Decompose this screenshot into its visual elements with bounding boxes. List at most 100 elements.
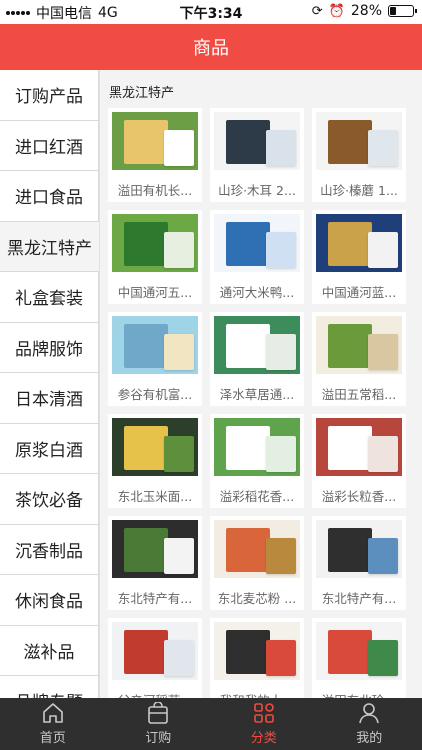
sidebar-item-imported-food[interactable]: 进口食品 — [0, 171, 99, 222]
product-package-shape — [226, 630, 270, 674]
product-name: 东北特产有... — [321, 591, 397, 606]
product-card[interactable]: 溢彩长粒香... — [312, 414, 406, 508]
product-card[interactable]: 中国通河蓝... — [312, 210, 406, 304]
tab-label: 首页 — [39, 731, 66, 746]
product-card[interactable]: 溢田东北珍... — [312, 618, 406, 698]
tab-label: 订购 — [145, 731, 172, 746]
product-item-shape — [368, 334, 398, 370]
sidebar-item-snacks[interactable]: 休闲食品 — [0, 575, 99, 626]
product-image — [214, 316, 300, 374]
status-bar: 中国电信 4G 下午3:34 ⟳ ⏰ 28% — [0, 0, 422, 24]
sidebar-item-gift-sets[interactable]: 礼盒套装 — [0, 272, 99, 323]
product-card[interactable]: 东北麦芯粉 ... — [210, 516, 304, 610]
product-name: 中国通河五... — [117, 285, 193, 300]
product-item-shape — [164, 640, 194, 676]
product-name: 山珍·木耳 2... — [218, 183, 296, 198]
tab-category[interactable]: 分类 — [211, 698, 317, 750]
tab-profile[interactable]: 我的 — [317, 698, 422, 750]
product-package-shape — [328, 528, 372, 572]
product-image — [214, 418, 300, 476]
product-card[interactable]: 泽水草居通... — [210, 312, 304, 406]
product-card[interactable]: 溢彩稻花香... — [210, 414, 304, 508]
sidebar-item-tonics[interactable]: 滋补品 — [0, 625, 99, 676]
product-card[interactable]: 我和我的大... — [210, 618, 304, 698]
product-image — [316, 622, 402, 680]
product-name: 溢彩长粒香... — [321, 489, 397, 504]
product-package-shape — [124, 426, 168, 470]
product-card[interactable]: 父辛河稻花... — [108, 618, 202, 698]
sidebar-item-label: 黑龙江特产 — [7, 238, 92, 259]
product-image — [316, 214, 402, 272]
battery-fill — [390, 7, 396, 15]
product-name: 中国通河蓝... — [321, 285, 397, 300]
product-card[interactable]: 东北玉米面... — [108, 414, 202, 508]
product-image — [316, 520, 402, 578]
sidebar-item-sake[interactable]: 日本清酒 — [0, 373, 99, 424]
product-package-shape — [328, 630, 372, 674]
product-grid: 溢田有机长... 山珍·木耳 2... 山珍·榛蘑 1... 中国通河五... 通河大米… — [100, 108, 422, 698]
product-image — [214, 214, 300, 272]
product-name: 东北特产有... — [117, 591, 193, 606]
sidebar-item-label: 进口食品 — [15, 188, 83, 209]
sidebar-item-brand-topics[interactable]: 品牌专题 — [0, 676, 99, 698]
product-card[interactable]: 山珍·榛蘑 1... — [312, 108, 406, 202]
sidebar-item-label: 原浆白酒 — [15, 440, 83, 461]
tab-label: 我的 — [356, 731, 383, 746]
sidebar-item-label: 沉香制品 — [15, 541, 83, 562]
product-item-shape — [266, 538, 296, 574]
product-card[interactable]: 山珍·木耳 2... — [210, 108, 304, 202]
battery-icon — [388, 5, 417, 17]
product-package-shape — [226, 426, 270, 470]
product-name: 山珍·榛蘑 1... — [320, 183, 398, 198]
product-name: 溢田东北珍... — [312, 680, 406, 698]
product-card[interactable]: 参谷有机富... — [108, 312, 202, 406]
product-card[interactable]: 东北特产有... — [312, 516, 406, 610]
product-card[interactable]: 溢田五常稻... — [312, 312, 406, 406]
product-image — [316, 316, 402, 374]
product-card[interactable]: 溢田有机长... — [108, 108, 202, 202]
product-item-shape — [164, 538, 194, 574]
product-image — [214, 520, 300, 578]
product-package-shape — [328, 324, 372, 368]
product-card[interactable]: 中国通河五... — [108, 210, 202, 304]
sidebar-item-label: 品牌专题 — [15, 688, 83, 698]
page-header: 商品 — [0, 24, 422, 70]
category-sidebar[interactable]: 订购产品 进口红酒 进口食品 黑龙江特产 礼盒套装 品牌服饰 日本清酒 原浆白酒… — [0, 70, 100, 698]
product-item-shape — [368, 640, 398, 676]
product-item-shape — [164, 334, 194, 370]
product-package-shape — [124, 630, 168, 674]
product-name: 参谷有机富... — [117, 387, 193, 402]
sidebar-item-heilongjiang[interactable]: 黑龙江特产 — [0, 221, 99, 272]
product-name: 泽水草居通... — [219, 387, 295, 402]
product-package-shape — [226, 222, 270, 266]
product-panel[interactable]: 黑龙江特产 溢田有机长... 山珍·木耳 2... 山珍·榛蘑 1... 中国通河五.… — [100, 70, 422, 698]
product-image — [316, 112, 402, 170]
sidebar-item-apparel[interactable]: 品牌服饰 — [0, 322, 99, 373]
product-item-shape — [368, 538, 398, 574]
bag-icon — [148, 702, 169, 724]
sidebar-item-tea[interactable]: 茶饮必备 — [0, 474, 99, 525]
category-icon — [253, 703, 274, 723]
rotation-lock-icon: ⟳ — [311, 3, 323, 19]
product-card[interactable]: 东北特产有... — [108, 516, 202, 610]
sidebar-item-label: 滋补品 — [23, 642, 75, 663]
tab-order[interactable]: 订购 — [106, 698, 212, 750]
product-image — [112, 316, 198, 374]
tab-home[interactable]: 首页 — [0, 698, 106, 750]
sidebar-item-label: 礼盒套装 — [15, 289, 83, 310]
product-image — [112, 112, 198, 170]
product-image — [112, 418, 198, 476]
product-package-shape — [226, 324, 270, 368]
product-package-shape — [124, 120, 168, 164]
product-image — [214, 622, 300, 680]
sidebar-item-ordering[interactable]: 订购产品 — [0, 70, 99, 121]
product-image — [112, 622, 198, 680]
product-name: 东北麦芯粉 ... — [217, 591, 297, 606]
product-package-shape — [328, 222, 372, 266]
sidebar-item-baijiu[interactable]: 原浆白酒 — [0, 423, 99, 474]
product-item-shape — [266, 334, 296, 370]
sidebar-item-agarwood[interactable]: 沉香制品 — [0, 524, 99, 575]
product-name: 溢田五常稻... — [321, 387, 397, 402]
product-card[interactable]: 通河大米鸭... — [210, 210, 304, 304]
sidebar-item-imported-wine[interactable]: 进口红酒 — [0, 120, 99, 171]
